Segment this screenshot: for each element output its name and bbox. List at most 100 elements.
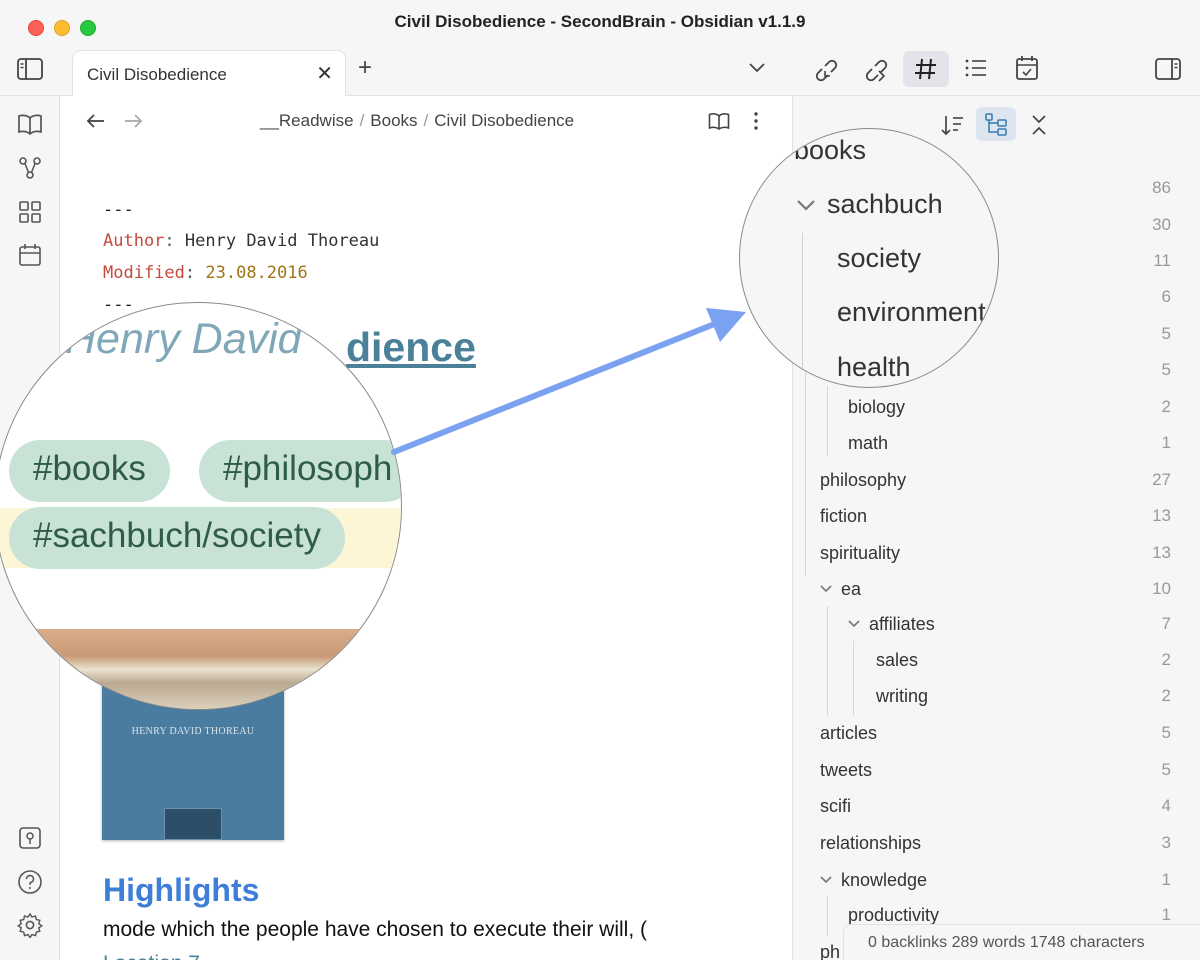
tag-pill-books[interactable]: #books [9, 440, 170, 502]
tag-row-scifi[interactable]: scifi 4 [793, 790, 1200, 824]
tab-civil-disobedience[interactable]: Civil Disobedience ✕ [72, 50, 346, 97]
magnified-title-fragment: Henry David [65, 315, 302, 363]
tag-label: fiction [820, 506, 868, 526]
tab-label: Civil Disobedience [87, 65, 227, 84]
tag-pill-sachbuch-society[interactable]: #sachbuch/society [9, 507, 345, 569]
tag-count: 86 [1152, 178, 1171, 197]
tag-label: scifi [820, 796, 851, 816]
tag-label: math [848, 433, 889, 453]
help-icon[interactable] [17, 869, 43, 895]
tag-label: spirituality [820, 543, 901, 563]
tag-count: 5 [1161, 760, 1171, 779]
tag-count: 3 [1161, 833, 1171, 852]
frontmatter-modified[interactable]: Modified: 23.08.2016 [103, 263, 308, 283]
tag-label: relationships [820, 833, 922, 853]
canvas-grid-icon[interactable] [18, 200, 42, 224]
graph-view-icon[interactable] [18, 156, 42, 180]
breadcrumb-folder-readwise[interactable]: __Readwise [260, 111, 354, 130]
location-link[interactable]: Location 7 [103, 952, 200, 960]
book-cover-author: HENRY DAVID THOREAU [131, 726, 255, 737]
tag-label: ea [841, 579, 862, 599]
open-book-icon[interactable] [17, 113, 43, 135]
tag-count: 4 [1161, 796, 1171, 815]
magnified-tag-sachbuch: sachbuch [827, 189, 943, 219]
chevron-down-icon[interactable] [819, 581, 833, 599]
tag-row-fiction[interactable]: fiction 13 [793, 500, 1200, 534]
tag-count: 5 [1161, 360, 1171, 379]
tag-pill-philosophy[interactable]: #philosoph [199, 440, 401, 502]
calendar-check-icon[interactable] [1015, 55, 1039, 81]
magnifier-tag-tree-callout: books sachbuch society environment healt… [739, 128, 999, 388]
magnified-tag-books: books [794, 135, 867, 165]
note-title-link[interactable]: dience [346, 324, 476, 371]
tag-row-sales[interactable]: sales 2 [793, 644, 1200, 678]
tag-row-philosophy[interactable]: philosophy 27 [793, 464, 1200, 498]
breadcrumb: __Readwise / Books / Civil Disobedience [260, 111, 574, 131]
frontmatter-modified-value: 23.08.2016 [205, 263, 308, 283]
tag-count: 30 [1152, 215, 1171, 234]
nested-tags-toggle-button[interactable] [976, 107, 1016, 141]
tag-row-math[interactable]: math 1 [793, 427, 1200, 461]
tag-label: tweets [820, 760, 873, 780]
more-options-icon[interactable] [753, 111, 759, 131]
tag-count: 27 [1152, 470, 1171, 489]
breadcrumb-folder-books[interactable]: Books [370, 111, 417, 130]
collapse-all-icon[interactable] [1031, 114, 1047, 136]
tree-guide-line [802, 233, 803, 387]
forward-arrow-icon[interactable] [123, 113, 143, 129]
breadcrumb-separator: / [359, 111, 365, 130]
tag-count: 5 [1161, 324, 1171, 343]
backlinks-icon[interactable] [812, 56, 838, 82]
tag-count: 1 [1161, 433, 1171, 452]
tag-row-spirituality[interactable]: spirituality 13 [793, 537, 1200, 571]
tag-row-biology[interactable]: biology 2 [793, 391, 1200, 425]
chevron-down-icon[interactable] [819, 872, 833, 890]
new-tab-button[interactable]: + [358, 56, 372, 80]
tag-count: 2 [1161, 397, 1171, 416]
highlight-text: mode which the people have chosen to exe… [103, 918, 647, 941]
breadcrumb-note-title[interactable]: Civil Disobedience [434, 111, 574, 130]
reading-view-icon[interactable] [708, 112, 730, 130]
frontmatter-author[interactable]: Author: Henry David Thoreau [103, 231, 379, 251]
toggle-left-sidebar-icon[interactable] [17, 58, 43, 80]
back-arrow-icon[interactable] [86, 113, 106, 129]
magnifier-tags-callout: Henry David #books #philosoph #sachbuch/… [0, 302, 402, 710]
magnified-tag-environment: environment [837, 297, 986, 327]
vault-switcher-icon[interactable] [18, 826, 42, 850]
tag-row-affiliates[interactable]: affiliates 7 [793, 608, 1200, 642]
tag-count: 10 [1152, 579, 1171, 598]
tag-row-writing[interactable]: writing 2 [793, 680, 1200, 714]
outline-icon[interactable] [964, 58, 988, 78]
frontmatter-delimiter: --- [103, 200, 134, 220]
tag-row-tweets[interactable]: tweets 5 [793, 754, 1200, 788]
tag-label: philosophy [820, 470, 907, 490]
magnified-tag-society: society [837, 243, 922, 273]
tag-row-ea[interactable]: ea 10 [793, 573, 1200, 607]
tag-count: 13 [1152, 543, 1171, 562]
chevron-down-icon[interactable] [847, 616, 861, 634]
tag-label: affiliates [869, 614, 935, 634]
frontmatter-delimiter: --- [103, 295, 134, 315]
calendar-icon[interactable] [18, 243, 42, 267]
tag-row-knowledge[interactable]: knowledge 1 [793, 864, 1200, 898]
tag-count: 13 [1152, 506, 1171, 525]
tags-view-button[interactable] [903, 51, 949, 87]
breadcrumb-separator: / [423, 111, 429, 130]
tag-count: 2 [1161, 650, 1171, 669]
tag-count: 5 [1161, 723, 1171, 742]
sort-icon[interactable] [941, 114, 965, 136]
book-cover-badge [164, 808, 222, 840]
tag-label: knowledge [841, 870, 928, 890]
outgoing-links-icon[interactable] [862, 56, 888, 82]
magnified-tag-health: health [837, 352, 911, 382]
gear-icon[interactable] [17, 912, 43, 938]
highlights-heading: Highlights [103, 872, 260, 908]
chevron-down-icon[interactable] [748, 62, 766, 74]
tag-row-relationships[interactable]: relationships 3 [793, 827, 1200, 861]
frontmatter-author-key: Author [103, 231, 165, 251]
tag-label: sales [876, 650, 919, 670]
toggle-right-sidebar-icon[interactable] [1155, 58, 1181, 80]
tag-row-articles[interactable]: articles 5 [793, 717, 1200, 751]
close-icon[interactable]: ✕ [316, 64, 333, 84]
tag-label: writing [876, 686, 929, 706]
